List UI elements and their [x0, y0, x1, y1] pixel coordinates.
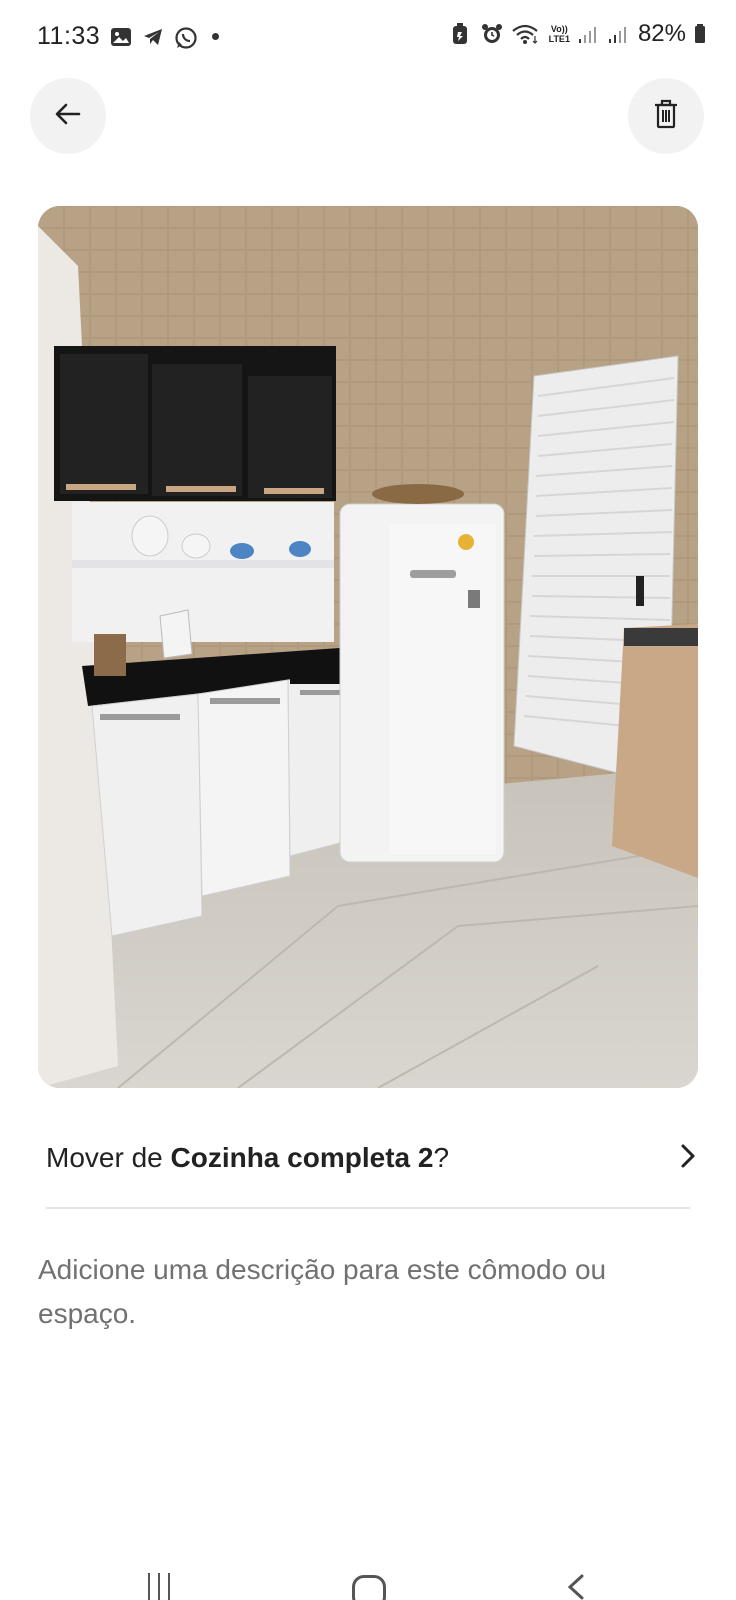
gallery-icon — [110, 26, 132, 48]
divider — [46, 1207, 690, 1209]
recent-apps-icon-bar-2 — [168, 1573, 170, 1600]
move-prefix: Mover de — [46, 1142, 171, 1173]
telegram-icon — [142, 26, 164, 48]
arrow-left-icon — [53, 99, 83, 134]
move-room-row[interactable]: Mover de Cozinha completa 2? — [46, 1130, 698, 1186]
status-bar: 11:33 Vo)) LTE1 82% — [0, 0, 736, 78]
battery-saver-icon — [451, 23, 473, 45]
status-right: Vo)) LTE1 82% — [451, 20, 706, 48]
signal-icon-1 — [578, 23, 600, 45]
room-name: Cozinha completa 2 — [170, 1142, 434, 1173]
chevron-right-icon — [678, 1142, 698, 1175]
signal-icon-2 — [608, 23, 630, 45]
recent-apps-button[interactable] — [148, 1573, 178, 1600]
clock: 11:33 — [37, 22, 101, 50]
home-button[interactable] — [352, 1575, 386, 1600]
trash-icon — [653, 99, 679, 134]
battery-percent: 82% — [637, 20, 686, 47]
notification-dot-icon — [212, 33, 220, 40]
recent-apps-icon — [148, 1573, 150, 1600]
volte-indicator: Vo)) LTE1 — [549, 24, 570, 44]
room-photo[interactable] — [38, 206, 698, 1088]
nav-back-icon — [566, 1574, 586, 1600]
back-button[interactable] — [30, 78, 106, 154]
delete-button[interactable] — [628, 78, 704, 154]
nav-back-button[interactable] — [566, 1574, 586, 1600]
alarm-icon — [481, 23, 503, 45]
volte-bottom: LTE1 — [548, 34, 570, 44]
status-left: 11:33 — [37, 22, 220, 51]
wifi-icon — [511, 23, 541, 45]
description-input[interactable]: Adicione uma descrição para este cômodo … — [38, 1248, 698, 1336]
kitchen-photo-illustration — [38, 206, 698, 1088]
volte-top: Vo)) — [550, 24, 568, 34]
whatsapp-icon — [174, 26, 197, 49]
recent-apps-icon-bar — [158, 1573, 160, 1600]
move-suffix: ? — [433, 1142, 450, 1173]
battery-icon — [694, 23, 706, 45]
move-room-text: Mover de Cozinha completa 2? — [46, 1142, 449, 1174]
